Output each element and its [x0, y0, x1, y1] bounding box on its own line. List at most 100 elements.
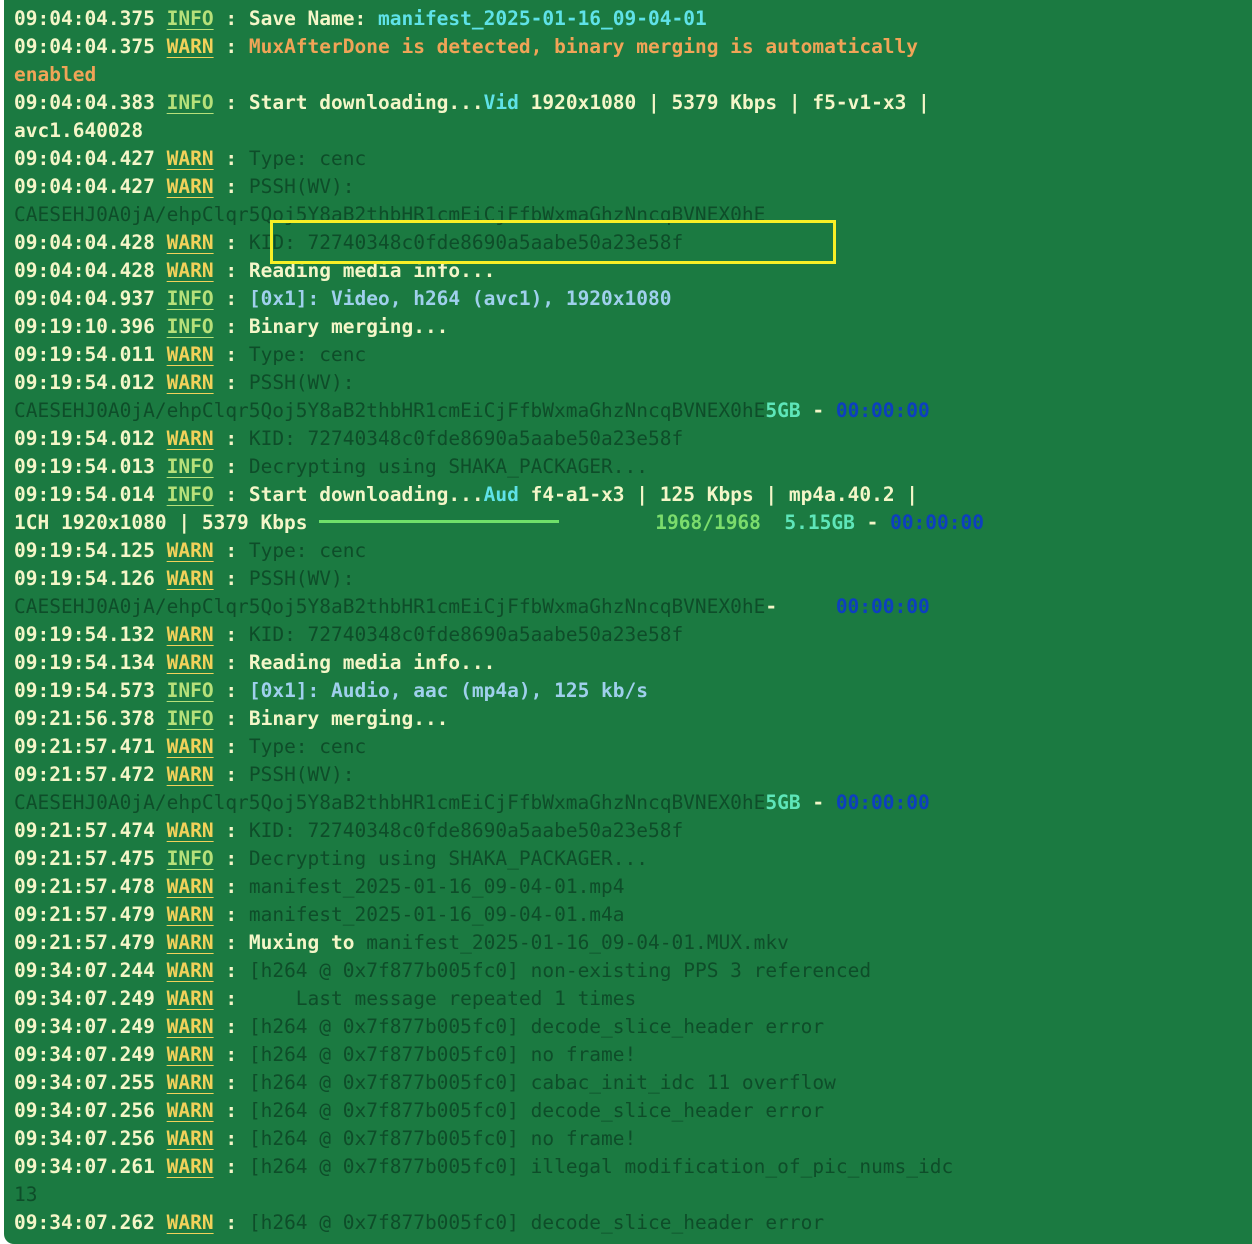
log-message: KID: 72740348c0fde8690a5aabe50a23e58f: [248, 231, 684, 254]
log-message: manifest_2025-01-16_09-04-01.MUX.mkv: [366, 931, 789, 954]
log-level: WARN: [166, 35, 214, 58]
log-line: 09:34:07.255 WARN : [h264 @ 0x7f877b005f…: [14, 1071, 836, 1094]
log-level: WARN: [166, 735, 214, 758]
log-line: 09:19:54.013 INFO : Decrypting using SHA…: [14, 455, 649, 478]
log-line: 09:04:04.937 INFO : [0x1]: Video, h264 (…: [14, 287, 672, 310]
log-message: Muxing to: [248, 931, 367, 954]
log-timestamp: 09:19:54.134: [14, 651, 155, 674]
log-timestamp: 09:19:54.012: [14, 427, 155, 450]
log-timestamp: 09:04:04.375: [14, 7, 155, 30]
log-level: WARN: [166, 343, 214, 366]
log-line: 09:34:07.261 WARN : [h264 @ 0x7f877b005f…: [14, 1155, 954, 1178]
log-message: KID: 72740348c0fde8690a5aabe50a23e58f: [248, 623, 684, 646]
log-timestamp: 09:21:56.378: [14, 707, 155, 730]
log-timestamp: 09:19:54.012: [14, 371, 155, 394]
log-line: 09:19:54.125 WARN : Type: cenc: [14, 539, 367, 562]
log-message: 00:00:00: [835, 399, 930, 422]
log-message: Binary merging...: [248, 315, 449, 338]
log-timestamp: 09:04:04.428: [14, 259, 155, 282]
log-line: 09:19:54.132 WARN : KID: 72740348c0fde86…: [14, 623, 684, 646]
log-level: INFO: [166, 483, 214, 506]
log-message: manifest_2025-01-16_09-04-01.mp4: [248, 875, 625, 898]
log-timestamp: 09:34:07.244: [14, 959, 155, 982]
log-line: 09:19:54.134 WARN : Reading media info..…: [14, 651, 496, 674]
log-line: 09:19:54.573 INFO : [0x1]: Audio, aac (m…: [14, 679, 649, 702]
log-message: 00:00:00: [890, 511, 984, 534]
log-message: [h264 @ 0x7f877b005fc0] no frame!: [248, 1127, 637, 1150]
log-line: 09:19:54.126 WARN : PSSH(WV):: [14, 567, 355, 590]
log-message: Vid: [483, 91, 519, 114]
log-message: Save Name:: [248, 7, 378, 30]
log-timestamp: 09:21:57.472: [14, 763, 155, 786]
log-timestamp: 09:19:54.014: [14, 483, 155, 506]
log-timestamp: 09:21:57.479: [14, 931, 155, 954]
log-message: 00:00:00: [835, 791, 930, 814]
log-message: Decrypting using SHAKA_PACKAGER...: [248, 455, 649, 478]
log-line: 09:19:54.012 WARN : PSSH(WV):: [14, 371, 355, 394]
log-level: WARN: [166, 539, 214, 562]
log-message: [h264 @ 0x7f877b005fc0] cabac_init_idc 1…: [248, 1071, 836, 1094]
log-timestamp: 09:19:10.396: [14, 315, 155, 338]
log-message: [h264 @ 0x7f877b005fc0] decode_slice_hea…: [248, 1015, 825, 1038]
log-level: WARN: [166, 819, 214, 842]
log-level: WARN: [166, 259, 214, 282]
log-level: WARN: [166, 1127, 214, 1150]
log-timestamp: 09:21:57.474: [14, 819, 155, 842]
log-level: INFO: [166, 287, 214, 310]
log-level: WARN: [166, 1099, 214, 1122]
log-line: 13: [14, 1181, 1246, 1209]
log-line: 09:21:57.471 WARN : Type: cenc: [14, 735, 367, 758]
log-level: WARN: [166, 763, 214, 786]
log-line: 09:21:57.475 INFO : Decrypting using SHA…: [14, 847, 649, 870]
log-message: avc1.640028: [14, 119, 144, 142]
log-message: Type: cenc: [248, 539, 367, 562]
log-level: WARN: [166, 931, 214, 954]
log-level: WARN: [166, 147, 214, 170]
log-level: INFO: [166, 315, 214, 338]
log-timestamp: 09:04:04.428: [14, 231, 155, 254]
terminal-window[interactable]: 09:04:04.375 INFO : Save Name: manifest_…: [4, 0, 1252, 1244]
log-level: WARN: [166, 959, 214, 982]
log-line: CAESEHJ0A0jA/ehpClqr5Qoj5Y8aB2thbHR1cmEi…: [14, 201, 1246, 229]
log-line: 09:04:04.428 WARN : KID: 72740348c0fde86…: [14, 231, 684, 254]
log-message: [0x1]: Video, h264 (avc1), 1920x1080: [248, 287, 672, 310]
log-message: PSSH(WV):: [248, 175, 355, 198]
log-timestamp: 09:34:07.256: [14, 1127, 155, 1150]
log-line: 09:19:54.011 WARN : Type: cenc: [14, 343, 367, 366]
log-line: 09:04:04.375 INFO : Save Name: manifest_…: [14, 7, 707, 30]
log-output[interactable]: 09:04:04.375 INFO : Save Name: manifest_…: [14, 5, 1246, 1237]
log-timestamp: 09:34:07.262: [14, 1211, 155, 1234]
log-message: CAESEHJ0A0jA/ehpClqr5Qoj5Y8aB2thbHR1cmEi…: [14, 595, 766, 618]
log-line: 09:21:57.478 WARN : manifest_2025-01-16_…: [14, 875, 625, 898]
log-message: Start downloading...: [248, 91, 484, 114]
log-line: enabled: [14, 61, 1246, 89]
log-message: PSSH(WV):: [248, 371, 355, 394]
log-message: KID: 72740348c0fde8690a5aabe50a23e58f: [248, 427, 684, 450]
log-message: -: [800, 399, 836, 422]
log-message: 13: [14, 1183, 38, 1206]
log-line: 09:04:04.383 INFO : Start downloading...…: [14, 91, 930, 114]
log-timestamp: 09:34:07.261: [14, 1155, 155, 1178]
log-line: CAESEHJ0A0jA/ehpClqr5Qoj5Y8aB2thbHR1cmEi…: [14, 397, 1246, 425]
log-line: 1CH 1920x1080 | 5379 Kbps 1968/1968 5.15…: [14, 509, 1246, 537]
log-message: Aud: [483, 483, 519, 506]
log-timestamp: 09:04:04.375: [14, 35, 155, 58]
log-message: -: [765, 595, 836, 618]
log-level: INFO: [166, 679, 214, 702]
log-line: 09:19:54.012 WARN : KID: 72740348c0fde86…: [14, 427, 684, 450]
log-message: 1CH 1920x1080 | 5379 Kbps: [14, 511, 320, 534]
log-message: KID: 72740348c0fde8690a5aabe50a23e58f: [248, 819, 684, 842]
log-message: PSSH(WV):: [248, 567, 355, 590]
log-timestamp: 09:34:07.249: [14, 1043, 155, 1066]
log-message: 5.15GB: [760, 511, 855, 534]
log-message: Binary merging...: [248, 707, 449, 730]
log-message: [0x1]: Audio, aac (mp4a), 125 kb/s: [248, 679, 649, 702]
log-line: 09:34:07.249 WARN : [h264 @ 0x7f877b005f…: [14, 1015, 825, 1038]
log-message: Type: cenc: [248, 735, 367, 758]
log-line: 09:34:07.256 WARN : [h264 @ 0x7f877b005f…: [14, 1099, 825, 1122]
log-message: manifest_2025-01-16_09-04-01: [377, 7, 707, 30]
log-message: PSSH(WV):: [248, 763, 355, 786]
log-message: CAESEHJ0A0jA/ehpClqr5Qoj5Y8aB2thbHR1cmEi…: [14, 791, 766, 814]
log-level: WARN: [166, 1015, 214, 1038]
log-line: 09:04:04.428 WARN : Reading media info..…: [14, 259, 496, 282]
